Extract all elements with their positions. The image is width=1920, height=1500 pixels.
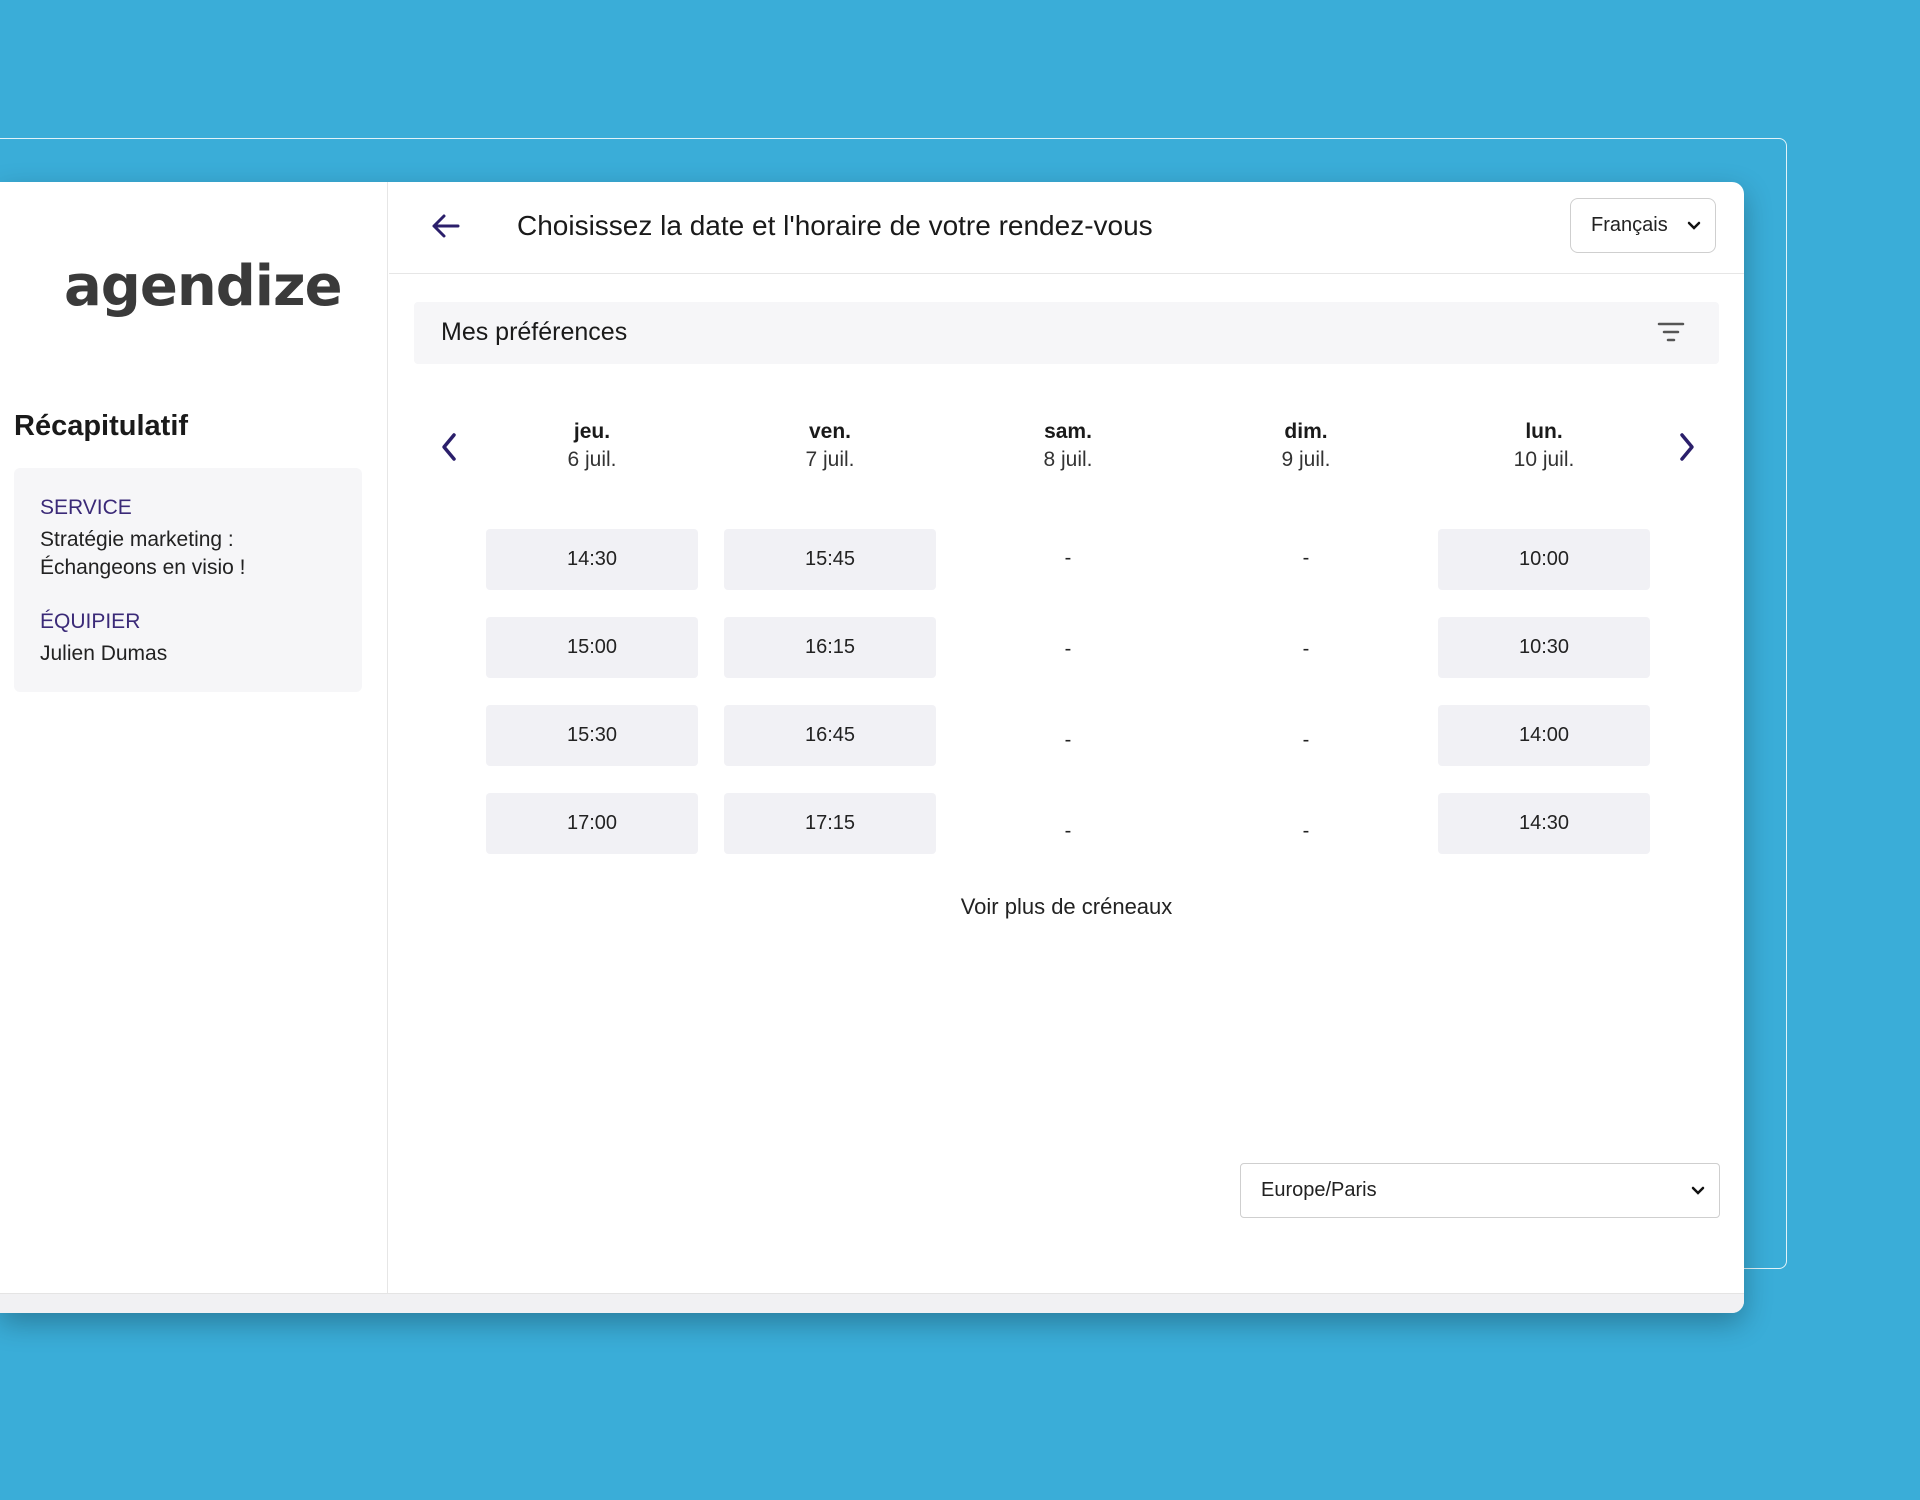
day-date: 8 juil. bbox=[1043, 448, 1093, 471]
summary-title: Récapitulatif bbox=[14, 410, 189, 442]
no-slot-dash: - bbox=[1064, 547, 1072, 569]
staff-label: ÉQUIPIER bbox=[40, 610, 141, 633]
language-value: Français bbox=[1591, 214, 1668, 236]
next-week-button[interactable] bbox=[1667, 427, 1707, 467]
time-slot-button[interactable]: 15:45 bbox=[724, 529, 936, 590]
day-header: sam. 8 juil. bbox=[962, 418, 1174, 474]
no-slot-dash: - bbox=[1064, 729, 1072, 751]
language-select[interactable]: Français bbox=[1570, 198, 1716, 253]
filter-icon[interactable] bbox=[1657, 320, 1685, 344]
day-header: jeu. 6 juil. bbox=[486, 418, 698, 474]
day-name: sam. bbox=[1044, 420, 1092, 443]
day-name: lun. bbox=[1525, 420, 1563, 443]
time-slot-button[interactable]: 16:45 bbox=[724, 705, 936, 766]
summary-box: SERVICE Stratégie marketing : Échangeons… bbox=[14, 468, 362, 692]
back-button[interactable] bbox=[425, 206, 465, 246]
day-header: dim. 9 juil. bbox=[1200, 418, 1412, 474]
day-name: ven. bbox=[808, 420, 852, 443]
booking-card: agendize Récapitulatif SERVICE Stratégie… bbox=[0, 182, 1744, 1313]
day-date: 6 juil. bbox=[567, 448, 617, 471]
time-slot-button[interactable]: 14:00 bbox=[1438, 705, 1650, 766]
main-panel: Choisissez la date et l'horaire de votre… bbox=[389, 182, 1744, 1293]
day-header: ven. 7 juil. bbox=[724, 418, 936, 474]
more-slots-link[interactable]: Voir plus de créneaux bbox=[961, 894, 1173, 919]
service-label: SERVICE bbox=[40, 496, 132, 519]
preferences-label: Mes préférences bbox=[441, 318, 628, 346]
no-slot-dash: - bbox=[1302, 638, 1310, 660]
no-slot-dash: - bbox=[1064, 638, 1072, 660]
time-slot-button[interactable]: 14:30 bbox=[1438, 793, 1650, 854]
chevron-left-icon bbox=[442, 433, 456, 461]
service-value: Stratégie marketing : Échangeons en visi… bbox=[40, 528, 246, 579]
day-date: 9 juil. bbox=[1281, 448, 1331, 471]
day-date: 10 juil. bbox=[1513, 448, 1575, 471]
chevron-down-icon bbox=[1691, 1186, 1705, 1195]
arrow-left-icon bbox=[432, 214, 460, 238]
no-slot-dash: - bbox=[1302, 729, 1310, 751]
staff-value: Julien Dumas bbox=[40, 642, 168, 665]
summary-sidebar: agendize Récapitulatif SERVICE Stratégie… bbox=[0, 182, 388, 1293]
day-name: jeu. bbox=[573, 420, 611, 443]
no-slot-dash: - bbox=[1302, 820, 1310, 842]
chevron-down-icon bbox=[1687, 221, 1701, 230]
no-slot-dash: - bbox=[1302, 547, 1310, 569]
time-slot-button[interactable]: 10:30 bbox=[1438, 617, 1650, 678]
time-slot-button[interactable]: 14:30 bbox=[486, 529, 698, 590]
time-slot-button[interactable]: 15:00 bbox=[486, 617, 698, 678]
time-slot-button[interactable]: 10:00 bbox=[1438, 529, 1650, 590]
timezone-value: Europe/Paris bbox=[1261, 1179, 1377, 1201]
day-header: lun. 10 juil. bbox=[1438, 418, 1650, 474]
time-slot-button[interactable]: 15:30 bbox=[486, 705, 698, 766]
previous-week-button[interactable] bbox=[429, 427, 469, 467]
day-date: 7 juil. bbox=[805, 448, 855, 471]
chevron-right-icon bbox=[1680, 433, 1694, 461]
preferences-bar[interactable]: Mes préférences bbox=[414, 302, 1719, 364]
card-footer-strip bbox=[0, 1293, 1744, 1313]
day-name: dim. bbox=[1284, 420, 1328, 443]
more-slots-row: Voir plus de créneaux bbox=[389, 894, 1744, 920]
timezone-select[interactable]: Europe/Paris bbox=[1240, 1163, 1720, 1218]
time-slot-button[interactable]: 17:15 bbox=[724, 793, 936, 854]
time-slot-button[interactable]: 16:15 bbox=[724, 617, 936, 678]
header: Choisissez la date et l'horaire de votre… bbox=[389, 182, 1744, 274]
time-slot-button[interactable]: 17:00 bbox=[486, 793, 698, 854]
brand-logo: agendize bbox=[64, 254, 343, 319]
page-title: Choisissez la date et l'horaire de votre… bbox=[517, 210, 1153, 241]
no-slot-dash: - bbox=[1064, 820, 1072, 842]
